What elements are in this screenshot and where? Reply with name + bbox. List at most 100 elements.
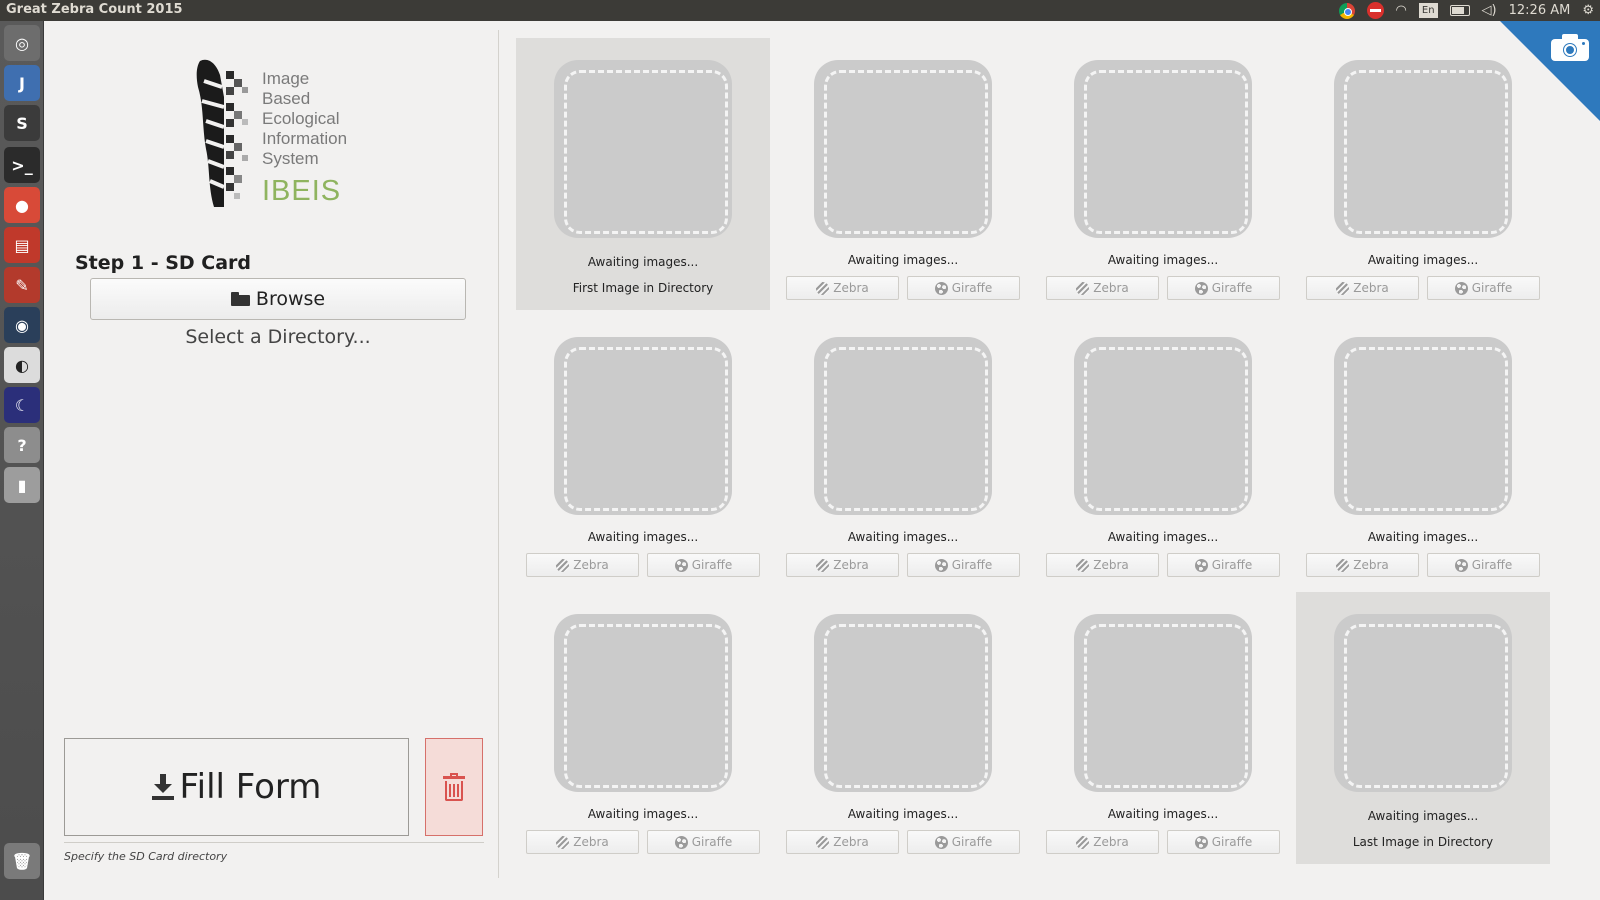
zebra-icon — [1336, 558, 1350, 572]
giraffe-button[interactable]: Giraffe — [907, 276, 1020, 300]
image-slot[interactable]: Awaiting images... Zebra Giraffe — [1296, 315, 1550, 587]
logo-acronym: IBEIS — [262, 175, 342, 207]
logo-word: Ecological — [262, 109, 340, 128]
zebra-button[interactable]: Zebra — [526, 830, 639, 854]
zebra-button[interactable]: Zebra — [1046, 830, 1159, 854]
browse-button[interactable]: Browse — [90, 278, 466, 320]
first-image-slot[interactable]: Awaiting images... First Image in Directo… — [516, 38, 770, 310]
species-button-row: Zebra Giraffe — [1306, 276, 1540, 300]
image-placeholder — [554, 60, 732, 238]
species-button-row: Zebra Giraffe — [786, 276, 1020, 300]
zebra-icon — [1076, 835, 1090, 849]
zebra-button-label: Zebra — [1093, 281, 1129, 295]
last-image-label: Last Image in Directory — [1352, 835, 1494, 849]
image-slot[interactable]: Awaiting images... Zebra Giraffe — [516, 315, 770, 587]
steam-icon[interactable]: ◉ — [4, 307, 40, 343]
giraffe-button-label: Giraffe — [1211, 835, 1253, 849]
zebra-button[interactable]: Zebra — [1306, 553, 1419, 577]
image-placeholder — [1334, 614, 1512, 792]
image-slot[interactable]: Awaiting images... Zebra Giraffe — [516, 592, 770, 864]
sublime-text-icon[interactable]: S — [4, 105, 40, 141]
last-image-slot[interactable]: Awaiting images... Last Image in Director… — [1296, 592, 1550, 864]
image-placeholder — [1074, 60, 1252, 238]
battery-icon[interactable] — [1449, 5, 1470, 16]
first-image-label: First Image in Directory — [572, 281, 714, 295]
giraffe-button[interactable]: Giraffe — [647, 830, 760, 854]
volume-icon[interactable]: ◁) — [1482, 3, 1497, 19]
chrome-icon[interactable]: ● — [4, 187, 40, 223]
image-slot[interactable]: Awaiting images... Zebra Giraffe — [776, 592, 1030, 864]
dash-icon[interactable]: ◎ — [4, 25, 40, 61]
giraffe-icon — [1194, 835, 1208, 849]
giraffe-button-label: Giraffe — [691, 558, 733, 572]
gear-icon[interactable]: ⚙ — [1582, 3, 1594, 19]
camera-corner[interactable] — [1470, 21, 1600, 121]
giraffe-button-label: Giraffe — [951, 835, 993, 849]
folder-open-icon — [230, 292, 250, 306]
giraffe-button[interactable]: Giraffe — [1427, 276, 1540, 300]
image-placeholder — [554, 337, 732, 515]
image-slot[interactable]: Awaiting images... Zebra Giraffe — [1036, 592, 1290, 864]
image-placeholder — [814, 614, 992, 792]
species-button-row: Zebra Giraffe — [786, 553, 1020, 577]
image-slot[interactable]: Awaiting images... Zebra Giraffe — [776, 38, 1030, 310]
files-icon[interactable]: ▤ — [4, 227, 40, 263]
no-entry-indicator-icon[interactable] — [1366, 2, 1384, 19]
trash-launcher-icon[interactable]: 🗑 — [4, 843, 40, 879]
giraffe-button[interactable]: Giraffe — [1167, 830, 1280, 854]
zebra-icon — [556, 558, 570, 572]
zebra-button[interactable]: Zebra — [526, 553, 639, 577]
top-panel: Great Zebra Count 2015 ◠ En ◁) 12:26 AM … — [0, 0, 1600, 21]
zebra-logo-icon — [196, 59, 248, 207]
giraffe-button[interactable]: Giraffe — [907, 830, 1020, 854]
awaiting-images-text: Awaiting images... — [847, 530, 959, 544]
zebra-button[interactable]: Zebra — [1046, 553, 1159, 577]
species-button-row: Zebra Giraffe — [1046, 276, 1280, 300]
species-button-row: Zebra Giraffe — [526, 830, 760, 854]
image-slot[interactable]: Awaiting images... Zebra Giraffe — [776, 315, 1030, 587]
system-settings-icon[interactable]: ✎ — [4, 267, 40, 303]
usb-drive-icon-glyph: ▮ — [17, 475, 27, 495]
species-button-row: Zebra Giraffe — [786, 830, 1020, 854]
usb-drive-icon[interactable]: ▮ — [4, 467, 40, 503]
night-app-icon[interactable]: ☾ — [4, 387, 40, 423]
zebra-button[interactable]: Zebra — [1306, 276, 1419, 300]
zebra-button-label: Zebra — [833, 281, 869, 295]
zebra-button-label: Zebra — [1353, 281, 1389, 295]
fill-form-button[interactable]: Fill Form — [64, 738, 409, 836]
terminal-icon-glyph: >_ — [11, 155, 33, 175]
giraffe-icon — [934, 558, 948, 572]
chrome-icon-glyph: ● — [15, 195, 29, 215]
trash-icon — [443, 773, 465, 801]
zebra-button-label: Zebra — [573, 558, 609, 572]
clock[interactable]: 12:26 AM — [1509, 3, 1571, 19]
zebra-button[interactable]: Zebra — [786, 276, 899, 300]
giraffe-icon — [934, 281, 948, 295]
awaiting-images-text: Awaiting images... — [587, 807, 699, 821]
clear-button[interactable] — [425, 738, 483, 836]
zebra-button[interactable]: Zebra — [1046, 276, 1159, 300]
browse-button-label: Browse — [255, 288, 326, 310]
giraffe-button[interactable]: Giraffe — [1167, 276, 1280, 300]
image-slot[interactable]: Awaiting images... Zebra Giraffe — [1036, 38, 1290, 310]
awaiting-images-text: Awaiting images... — [1367, 809, 1479, 823]
giraffe-button[interactable]: Giraffe — [647, 553, 760, 577]
keyboard-layout-indicator[interactable]: En — [1418, 3, 1438, 18]
giraffe-button[interactable]: Giraffe — [1427, 553, 1540, 577]
wifi-icon[interactable]: ◠ — [1396, 3, 1407, 19]
zebra-button[interactable]: Zebra — [786, 553, 899, 577]
chrome-indicator-icon[interactable] — [1338, 2, 1355, 19]
image-slot[interactable]: Awaiting images... Zebra Giraffe — [1036, 315, 1290, 587]
system-settings-icon-glyph: ✎ — [15, 275, 29, 295]
giraffe-button-label: Giraffe — [691, 835, 733, 849]
ibeis-icon[interactable]: ◐ — [4, 347, 40, 383]
logo-wordmark: Image Based Ecological Information Syste… — [262, 69, 347, 169]
help-icon[interactable]: ? — [4, 427, 40, 463]
terminal-icon[interactable]: >_ — [4, 147, 40, 183]
camera-icon — [1551, 33, 1589, 61]
giraffe-button[interactable]: Giraffe — [1167, 553, 1280, 577]
zebra-button[interactable]: Zebra — [786, 830, 899, 854]
text-editor-icon[interactable]: J — [4, 65, 40, 101]
giraffe-icon — [1454, 558, 1468, 572]
giraffe-button[interactable]: Giraffe — [907, 553, 1020, 577]
